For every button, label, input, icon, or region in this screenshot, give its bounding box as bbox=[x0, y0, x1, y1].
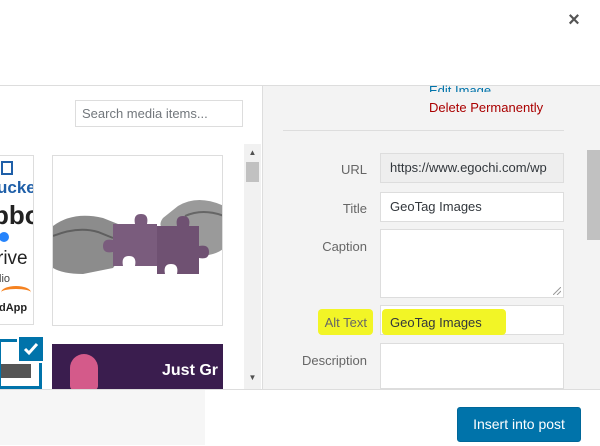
logo-text-2: pbo bbox=[0, 200, 33, 230]
banner-text: Just Gr bbox=[162, 362, 219, 379]
details-scroll-thumb[interactable] bbox=[587, 150, 600, 240]
orange-swoosh-icon bbox=[1, 286, 31, 299]
url-field[interactable]: https://www.egochi.com/wp bbox=[380, 153, 564, 183]
logo-text-1: ucke bbox=[0, 178, 34, 197]
title-label: Title bbox=[342, 201, 367, 216]
checkmark-icon[interactable] bbox=[17, 335, 45, 363]
media-item-puzzle[interactable] bbox=[52, 155, 223, 326]
search-input[interactable]: Search media items... bbox=[75, 100, 243, 127]
logo-square-icon bbox=[1, 161, 13, 175]
alt-text-value: GeoTag Images bbox=[390, 315, 482, 330]
insert-into-post-button[interactable]: Insert into post bbox=[457, 407, 581, 442]
banner-person-image bbox=[70, 354, 98, 390]
library-scroll-thumb[interactable] bbox=[246, 162, 259, 182]
logo-text-4: lio bbox=[0, 273, 11, 285]
scroll-up-arrow-icon[interactable]: ▲ bbox=[244, 147, 261, 159]
delete-permanently-link[interactable]: Delete Permanently bbox=[429, 100, 543, 115]
description-textarea[interactable] bbox=[380, 343, 564, 389]
details-divider bbox=[283, 130, 564, 131]
alt-text-label: Alt Text bbox=[324, 315, 367, 330]
scroll-down-arrow-icon[interactable]: ▼ bbox=[244, 372, 261, 384]
toolbar-left-shade bbox=[0, 390, 205, 445]
resize-handle-icon bbox=[553, 287, 561, 295]
logo-text-3: rive bbox=[0, 248, 28, 269]
caption-label: Caption bbox=[322, 239, 367, 254]
media-item-banner[interactable]: Just Gr bbox=[52, 344, 223, 390]
description-label: Description bbox=[301, 353, 367, 368]
drive-logo-icon bbox=[0, 232, 9, 242]
edit-image-link[interactable]: Edit Image bbox=[429, 78, 491, 92]
url-label: URL bbox=[340, 162, 367, 177]
caption-textarea[interactable] bbox=[380, 229, 564, 298]
media-item-logos[interactable]: ucke pbo rive lio dApp bbox=[0, 155, 34, 325]
title-field[interactable]: GeoTag Images bbox=[380, 192, 564, 222]
close-icon[interactable]: × bbox=[562, 8, 586, 32]
selected-thumb-dark bbox=[1, 364, 31, 378]
logo-text-5: dApp bbox=[0, 302, 28, 314]
puzzle-hands-image bbox=[53, 156, 222, 325]
